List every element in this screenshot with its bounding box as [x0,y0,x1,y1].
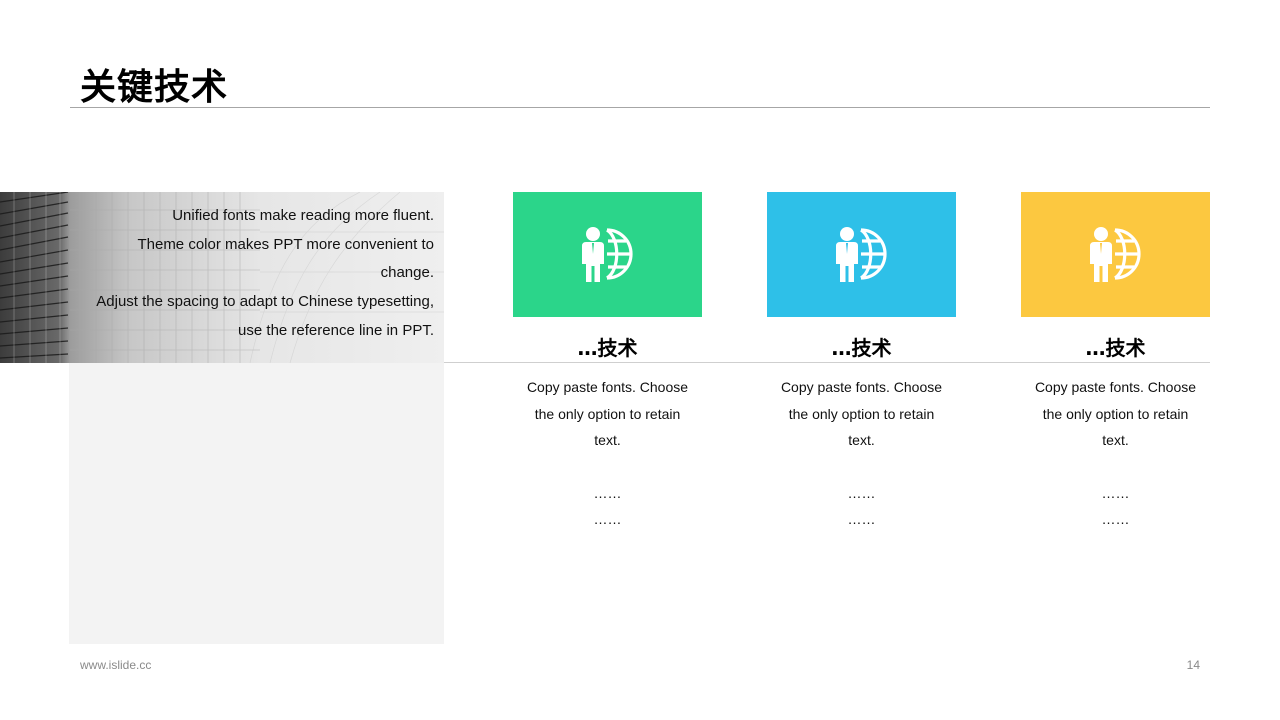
building-photo: Unified fonts make reading more fluent. … [0,192,444,363]
card-ellipsis-line: …… [593,511,622,527]
card-color-box [1021,192,1210,317]
card-color-box [513,192,702,317]
left-panel-line: change. [380,264,434,282]
card-description: Copy paste fonts. Choose the only option… [767,374,956,454]
card-ellipsis-line: …… [593,484,622,501]
left-panel-line: Theme color makes PPT more convenient to [137,235,434,253]
page-title: 关键技术 [80,67,229,108]
card-title: …技术 [1085,336,1146,360]
slide: 关键技术 Unified fonts make reading more flu… [0,0,1280,720]
businessman-globe-icon [835,226,887,282]
tech-card: …技术 Copy paste fonts. Choose the only op… [513,192,702,533]
card-ellipsis: …… …… [513,480,702,533]
card-description-line: Copy paste fonts. Choose [526,379,689,395]
card-title: …技术 [831,336,892,360]
card-ellipsis: …… …… [1021,480,1210,533]
left-panel-line: Unified fonts make reading more fluent. [172,207,434,224]
card-description-line: text. [848,432,875,448]
card-description-line: Copy paste fonts. Choose [1034,379,1197,395]
card-ellipsis-line: …… [847,484,876,501]
card-description-line: the only option to retain [788,405,935,422]
card-ellipsis-line: …… [847,511,876,527]
footer-url: www.islide.cc [80,658,152,672]
card-description-line: the only option to retain [534,405,681,422]
card-title: …技术 [577,336,638,360]
card-description-line: text. [1102,432,1129,448]
left-panel-line: use the reference line in PPT. [238,321,434,339]
businessman-globe-icon [581,226,633,282]
left-panel-line: Adjust the spacing to adapt to Chinese t… [96,293,434,311]
card-ellipsis-line: …… [1101,484,1130,501]
tech-card: …技术 Copy paste fonts. Choose the only op… [767,192,956,533]
title-divider [70,107,1210,108]
card-ellipsis: …… …… [767,480,956,533]
page-number: 14 [1186,658,1200,672]
card-ellipsis-line: …… [1101,511,1130,527]
card-description-line: the only option to retain [1042,405,1189,422]
card-description: Copy paste fonts. Choose the only option… [513,374,702,454]
card-description-line: Copy paste fonts. Choose [780,379,943,395]
card-color-box [767,192,956,317]
businessman-globe-icon [1089,226,1141,282]
left-panel-text: Unified fonts make reading more fluent. … [64,202,434,346]
tech-card: …技术 Copy paste fonts. Choose the only op… [1021,192,1210,533]
card-description-line: text. [594,432,621,448]
card-description: Copy paste fonts. Choose the only option… [1021,374,1210,454]
